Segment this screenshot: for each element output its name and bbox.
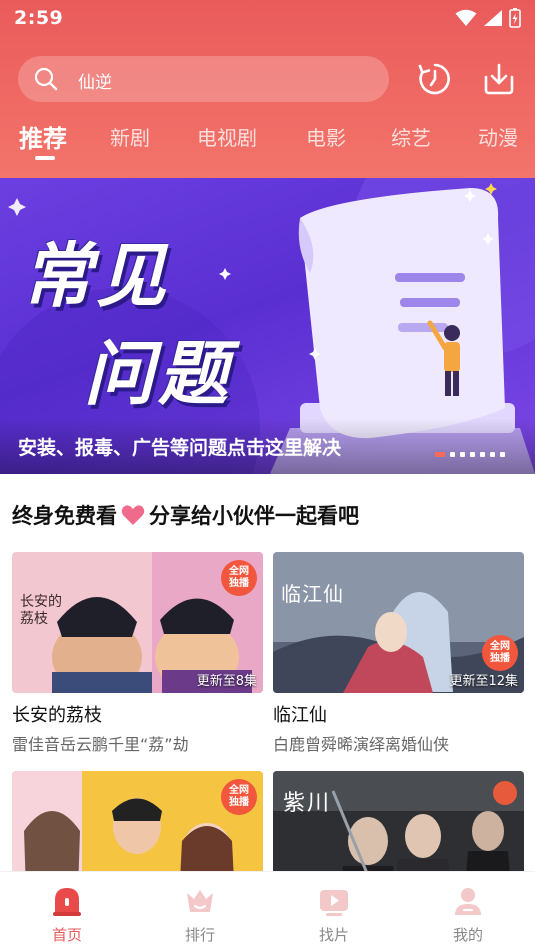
- heart-icon: [121, 505, 145, 525]
- status-bar: 2:59: [0, 0, 535, 36]
- video-title[interactable]: 临江仙: [273, 701, 524, 727]
- video-subtitle: 白鹿曾舜晞演绎离婚仙侠: [273, 735, 450, 754]
- pagination-dot: [470, 452, 475, 457]
- banner-title-line1: 常见: [22, 235, 170, 317]
- pagination-dot: [435, 452, 445, 457]
- wifi-icon: [455, 9, 477, 26]
- banner-caption: 安装、报毒、广告等问题点击这里解决: [18, 437, 342, 459]
- banner-title-line2: 问题: [84, 333, 232, 415]
- video-poster[interactable]: 临江仙 全网 独播 更新至12集: [273, 552, 524, 693]
- nav-ranking[interactable]: 排行: [170, 884, 230, 945]
- nav-profile-label: 我的: [452, 926, 483, 944]
- status-icons: [455, 7, 521, 29]
- poster-title-text: 长安的荔枝: [20, 594, 62, 627]
- user-icon: [455, 888, 481, 915]
- play-icon: [320, 890, 348, 916]
- video-subtitle: 雷佳音岳云鹏千里“荔”劫: [12, 735, 189, 754]
- tab-movie[interactable]: 电影: [306, 122, 346, 151]
- home-icon: [53, 888, 81, 916]
- bottom-navigation: 首页 排行 找片 我的: [0, 871, 535, 951]
- crown-icon: [187, 890, 213, 912]
- section-title-right: 分享给小伙伴一起看吧: [149, 504, 359, 528]
- section-title: 终身免费看 分享给小伙伴一起看吧: [12, 500, 359, 530]
- pagination-dot: [490, 452, 495, 457]
- nav-discover-label: 找片: [318, 926, 349, 944]
- exclusive-badge: 全网 独播: [482, 635, 518, 671]
- nav-home-label: 首页: [51, 926, 82, 944]
- section-title-left: 终身免费看: [12, 504, 117, 528]
- category-tabs: 推荐 新剧 电视剧 电影 综艺 动漫: [0, 118, 535, 168]
- video-title[interactable]: 长安的荔枝: [12, 701, 263, 727]
- exclusive-badge: 全网 独播: [221, 560, 257, 596]
- history-button[interactable]: [418, 62, 452, 96]
- banner-pagination: [435, 452, 505, 457]
- nav-home[interactable]: 首页: [37, 884, 97, 945]
- episode-count: 更新至8集: [196, 674, 257, 689]
- search-query: 仙逆: [78, 73, 112, 93]
- status-time: 2:59: [14, 7, 64, 29]
- exclusive-badge: 全网 独播: [221, 779, 257, 815]
- tab-anime[interactable]: 动漫: [478, 122, 518, 151]
- pagination-dot: [480, 452, 485, 457]
- search-input[interactable]: 仙逆: [18, 56, 389, 102]
- search-icon: [34, 67, 58, 91]
- header: 2:59 仙逆 推荐 新剧 电视剧 电影 综艺 动漫: [0, 0, 535, 178]
- pagination-dot: [450, 452, 455, 457]
- banner-carousel[interactable]: 常见 问题 安装、报毒、广告等问题点击这里解决: [0, 178, 535, 474]
- nav-ranking-label: 排行: [184, 926, 215, 944]
- tab-variety[interactable]: 综艺: [391, 122, 431, 151]
- video-card[interactable]: 临江仙 全网 独播 更新至12集 临江仙 白鹿曾舜晞演绎离婚仙侠: [273, 552, 524, 755]
- poster-title-text: 紫川: [283, 791, 332, 816]
- tab-tv[interactable]: 电视剧: [197, 122, 257, 151]
- episode-count: 更新至12集: [449, 674, 518, 689]
- download-button[interactable]: [482, 62, 516, 96]
- nav-profile[interactable]: 我的: [438, 884, 498, 945]
- poster-title-text: 临江仙: [281, 582, 344, 606]
- app-screen: 2:59 仙逆 推荐 新剧 电视剧 电影 综艺 动漫 常见 问题 安装、报毒、广…: [0, 0, 535, 951]
- tab-indicator: [35, 156, 55, 160]
- signal-icon: [484, 10, 502, 26]
- pagination-dot: [460, 452, 465, 457]
- pagination-dot: [500, 452, 505, 457]
- tab-recommend[interactable]: 推荐: [19, 119, 67, 154]
- video-card[interactable]: 长安的荔枝 全网 独播 更新至8集 长安的荔枝 雷佳音岳云鹏千里“荔”劫: [12, 552, 263, 755]
- tab-new[interactable]: 新剧: [110, 122, 150, 151]
- nav-discover[interactable]: 找片: [304, 884, 364, 945]
- video-poster[interactable]: 长安的荔枝 全网 独播 更新至8集: [12, 552, 263, 693]
- battery-icon: [509, 8, 521, 28]
